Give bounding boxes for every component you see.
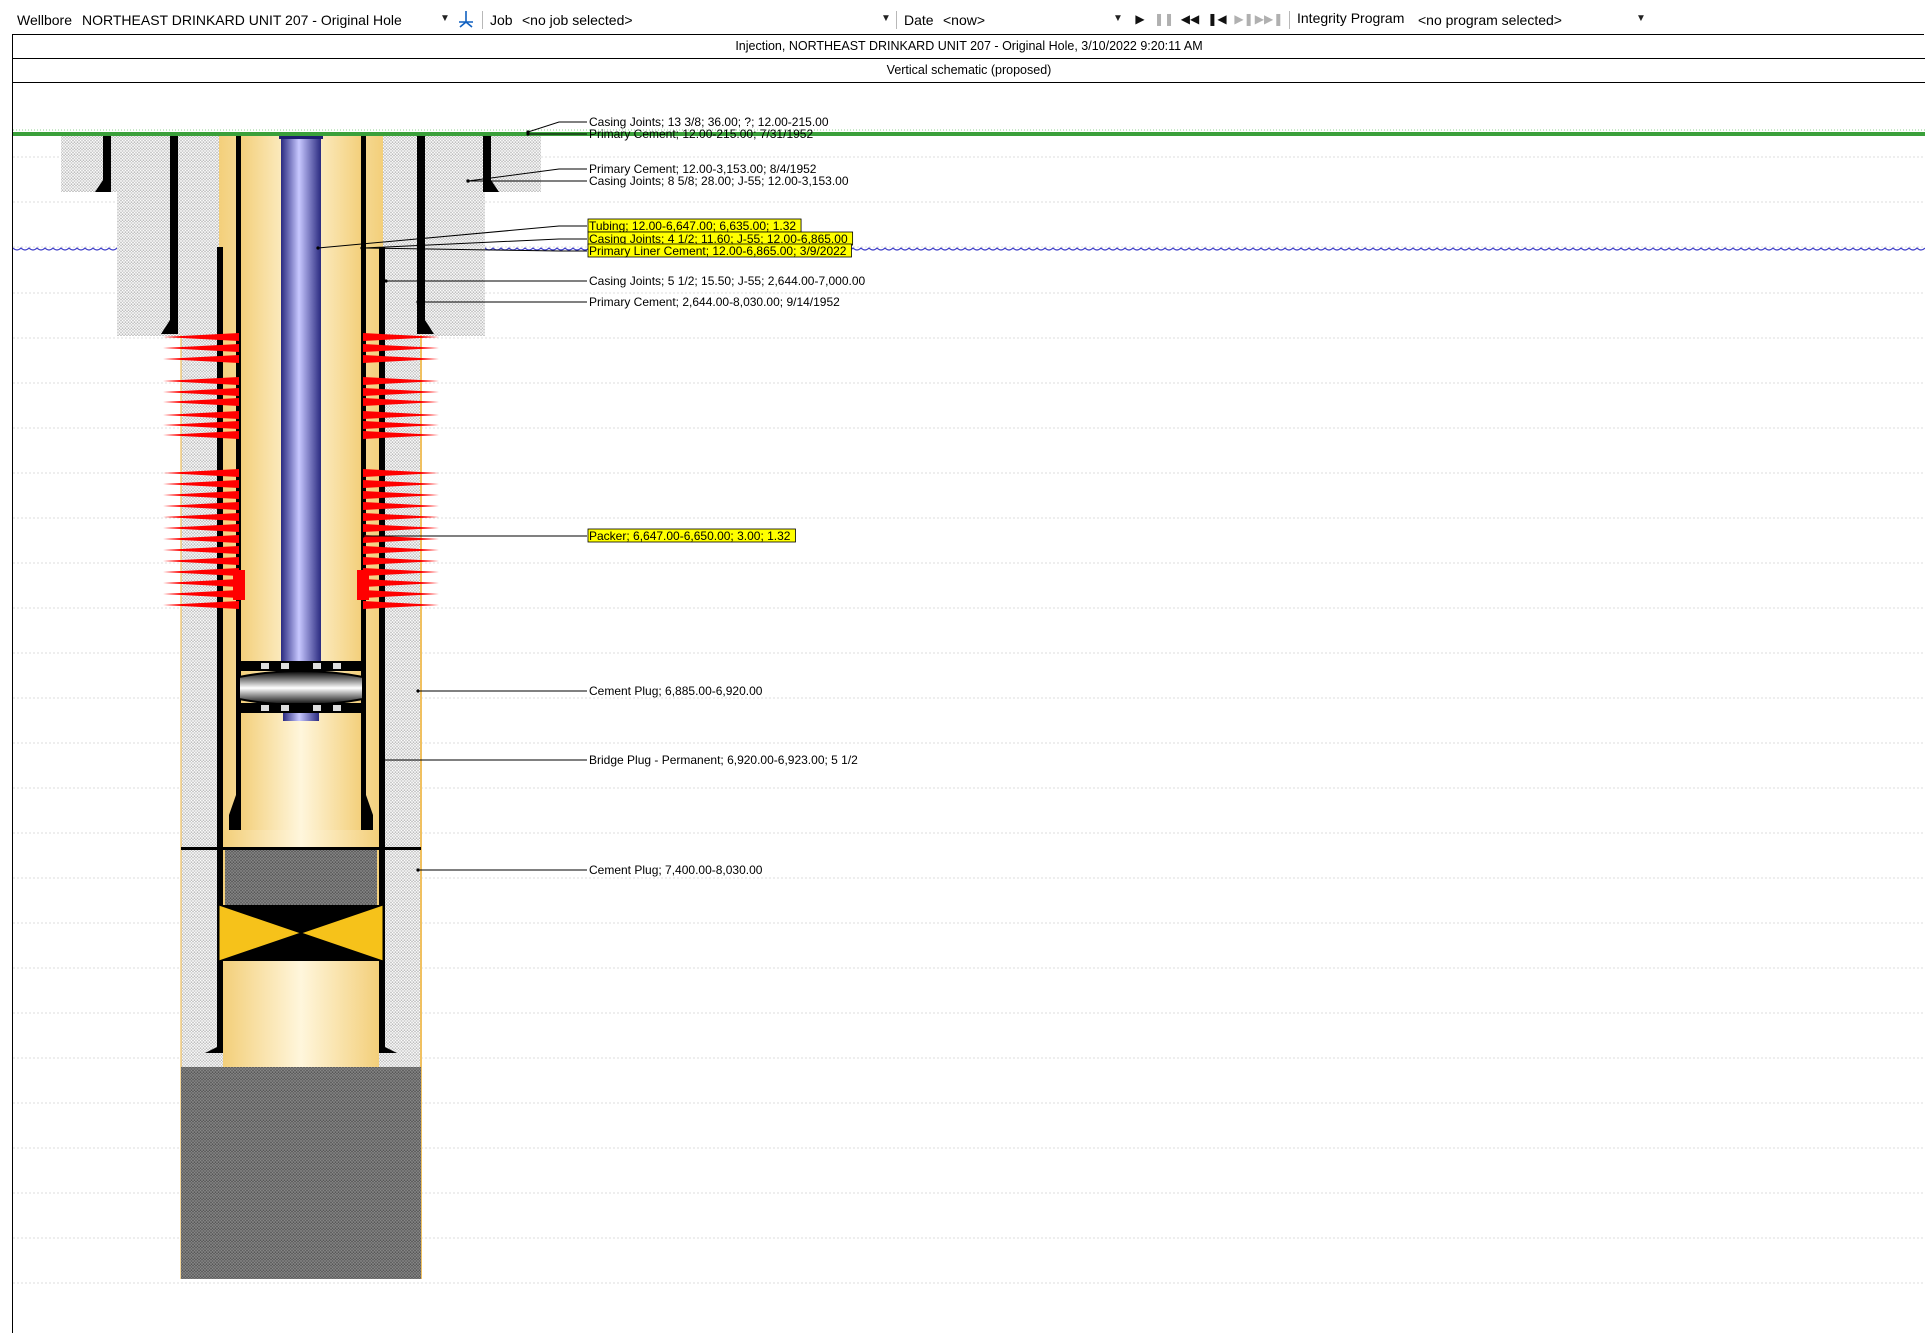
toolbar-separator bbox=[896, 11, 897, 29]
annotation-label: Packer; 6,647.00-6,650.00; 3.00; 1.32 bbox=[589, 529, 791, 543]
annotation-label: Tubing; 12.00-6,647.00; 6,635.00; 1.32 bbox=[589, 219, 796, 233]
job-dropdown-arrow-icon[interactable]: ▼ bbox=[881, 13, 891, 24]
perforation-block bbox=[233, 580, 245, 590]
tubing bbox=[281, 136, 321, 670]
integrity-dropdown-arrow-icon[interactable]: ▼ bbox=[1636, 13, 1646, 24]
wellbore-label: Wellbore bbox=[17, 12, 72, 28]
date-label: Date bbox=[904, 12, 934, 28]
annotation-label: Bridge Plug - Permanent; 6,920.00-6,923.… bbox=[589, 753, 858, 767]
toolbar-separator bbox=[482, 11, 483, 29]
first-frame-icon[interactable]: ◀◀ bbox=[1180, 11, 1200, 27]
schematic-panel: Injection, NORTHEAST DRINKARD UNIT 207 -… bbox=[12, 34, 1925, 1333]
cement-plug-upper bbox=[225, 850, 377, 905]
wellbore-diagram: Casing Joints; 13 3/8; 36.00; ?; 12.00-2… bbox=[13, 115, 1925, 1284]
wellbore-select[interactable]: NORTHEAST DRINKARD UNIT 207 - Original H… bbox=[82, 12, 402, 28]
annotation-label: Cement Plug; 7,400.00-8,030.00 bbox=[589, 863, 763, 877]
play-icon[interactable]: ▶ bbox=[1133, 11, 1147, 27]
cement-plug-top-line bbox=[181, 847, 421, 850]
pause-icon[interactable]: ❚❚ bbox=[1154, 11, 1174, 27]
job-select[interactable]: <no job selected> bbox=[522, 12, 633, 28]
annotation-label: Primary Cement; 12.00-215.00; 7/31/1952 bbox=[589, 127, 813, 141]
annotation-label: Casing Joints; 8 5/8; 28.00; J-55; 12.00… bbox=[589, 174, 849, 188]
perforation-block bbox=[233, 570, 245, 580]
job-label: Job bbox=[490, 12, 513, 28]
perforation-block bbox=[357, 590, 369, 600]
integrity-program-label: Integrity Program bbox=[1297, 10, 1405, 26]
wellbore-dropdown-arrow-icon[interactable]: ▼ bbox=[440, 13, 450, 24]
annotation-label: Primary Cement; 2,644.00-8,030.00; 9/14/… bbox=[589, 295, 840, 309]
ground-surface-line bbox=[13, 132, 1925, 136]
annotation-label: Casing Joints; 5 1/2; 15.50; J-55; 2,644… bbox=[589, 274, 866, 288]
annotation-label: Cement Plug; 6,885.00-6,920.00 bbox=[589, 684, 763, 698]
date-dropdown-arrow-icon[interactable]: ▼ bbox=[1113, 13, 1123, 24]
previous-frame-icon[interactable]: ❚◀ bbox=[1207, 11, 1226, 27]
cement-plug-lower bbox=[181, 1067, 421, 1279]
wellbore-picker-icon[interactable] bbox=[456, 11, 476, 28]
toolbar-separator bbox=[1289, 11, 1290, 29]
next-frame-icon[interactable]: ▶❚ bbox=[1234, 11, 1253, 27]
date-select[interactable]: <now> bbox=[943, 12, 985, 28]
annotation-label: Primary Liner Cement; 12.00-6,865.00; 3/… bbox=[589, 244, 847, 258]
perforation-block bbox=[357, 580, 369, 590]
integrity-program-select[interactable]: <no program selected> bbox=[1418, 12, 1562, 28]
perforation-block bbox=[357, 570, 369, 580]
annotation-labels: Casing Joints; 13 3/8; 36.00; ?; 12.00-2… bbox=[587, 115, 866, 877]
bridge-plug bbox=[218, 904, 384, 962]
last-frame-icon[interactable]: ▶▶❚ bbox=[1255, 11, 1284, 27]
perforation-block bbox=[233, 590, 245, 600]
packer bbox=[238, 661, 364, 721]
